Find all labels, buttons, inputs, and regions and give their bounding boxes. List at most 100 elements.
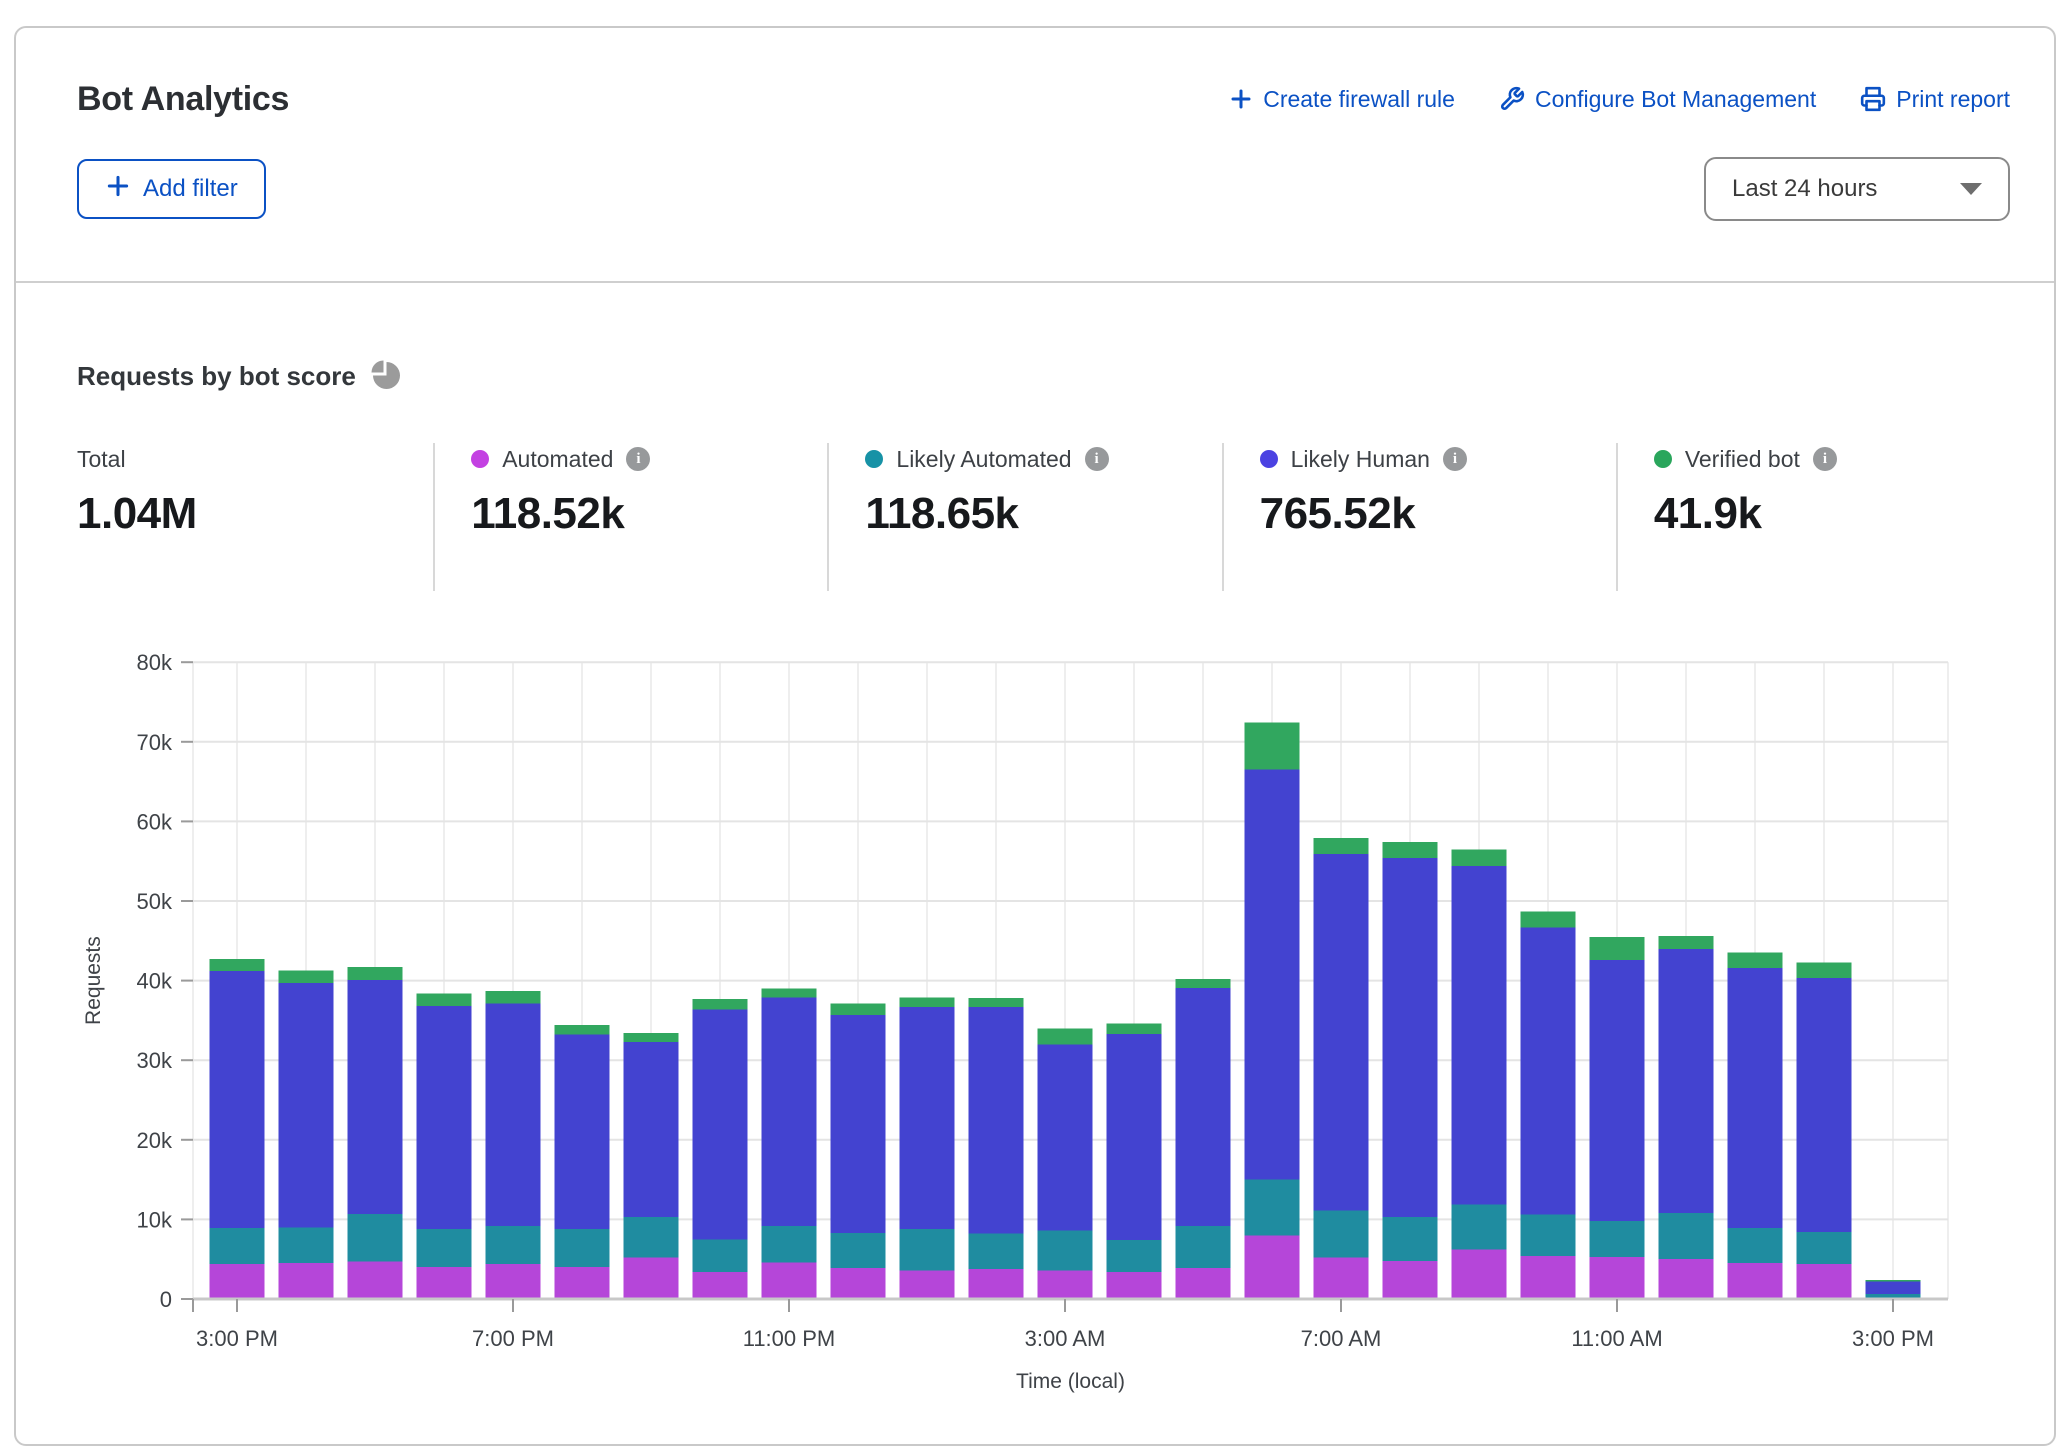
bar-segment[interactable] — [279, 1263, 334, 1299]
bar-segment[interactable] — [624, 1033, 679, 1042]
bar-segment[interactable] — [417, 1267, 472, 1299]
bar-segment[interactable] — [348, 1214, 403, 1262]
bar-segment[interactable] — [900, 997, 955, 1007]
bar-segment[interactable] — [1521, 1215, 1576, 1256]
bar-segment[interactable] — [1383, 1261, 1438, 1299]
bar-segment[interactable] — [1107, 1034, 1162, 1240]
bar-segment[interactable] — [279, 970, 334, 983]
bar-segment[interactable] — [486, 1004, 541, 1226]
bar-segment[interactable] — [900, 1229, 955, 1270]
bar-segment[interactable] — [486, 1264, 541, 1299]
bar-segment[interactable] — [1176, 988, 1231, 1226]
print-report-link[interactable]: Print report — [1860, 86, 2010, 113]
bar-segment[interactable] — [1728, 953, 1783, 968]
bar-segment[interactable] — [1452, 1204, 1507, 1249]
bar-segment[interactable] — [1176, 1268, 1231, 1299]
bar-segment[interactable] — [1038, 1028, 1093, 1044]
bar-segment[interactable] — [1590, 960, 1645, 1221]
bar-segment[interactable] — [969, 1234, 1024, 1269]
bar-segment[interactable] — [693, 999, 748, 1009]
bar-segment[interactable] — [279, 1227, 334, 1263]
bar-segment[interactable] — [486, 1226, 541, 1264]
bar-segment[interactable] — [1452, 866, 1507, 1204]
bar-segment[interactable] — [762, 1262, 817, 1299]
bar-segment[interactable] — [1038, 1044, 1093, 1230]
bar-segment[interactable] — [831, 1268, 886, 1299]
bar-segment[interactable] — [555, 1267, 610, 1299]
info-icon[interactable]: i — [626, 447, 650, 471]
bar-segment[interactable] — [900, 1270, 955, 1299]
bar-segment[interactable] — [969, 998, 1024, 1007]
bar-segment[interactable] — [693, 1239, 748, 1272]
bar-segment[interactable] — [1659, 1259, 1714, 1299]
bar-segment[interactable] — [1521, 927, 1576, 1214]
bar-segment[interactable] — [555, 1229, 610, 1267]
bar-segment[interactable] — [486, 991, 541, 1004]
bar-segment[interactable] — [1590, 1257, 1645, 1299]
bar-segment[interactable] — [210, 959, 265, 971]
bar-segment[interactable] — [693, 1009, 748, 1239]
bar-segment[interactable] — [624, 1258, 679, 1299]
bar-segment[interactable] — [417, 1229, 472, 1267]
bar-segment[interactable] — [1176, 979, 1231, 988]
bar-segment[interactable] — [1728, 1263, 1783, 1299]
bar-segment[interactable] — [417, 1006, 472, 1229]
info-icon[interactable]: i — [1443, 447, 1467, 471]
bar-segment[interactable] — [1521, 1256, 1576, 1299]
configure-bot-management-link[interactable]: Configure Bot Management — [1499, 86, 1816, 113]
bar-segment[interactable] — [1038, 1231, 1093, 1271]
info-icon[interactable]: i — [1813, 447, 1837, 471]
bar-segment[interactable] — [1659, 1213, 1714, 1259]
bar-segment[interactable] — [1452, 1250, 1507, 1299]
info-icon[interactable]: i — [1085, 447, 1109, 471]
bar-segment[interactable] — [762, 997, 817, 1225]
bar-segment[interactable] — [1245, 770, 1300, 1180]
bar-segment[interactable] — [1314, 854, 1369, 1211]
bar-segment[interactable] — [1038, 1270, 1093, 1299]
bar-segment[interactable] — [210, 1228, 265, 1264]
bar-segment[interactable] — [348, 1262, 403, 1299]
bar-segment[interactable] — [1659, 949, 1714, 1213]
bar-segment[interactable] — [969, 1007, 1024, 1234]
bar-segment[interactable] — [831, 1015, 886, 1233]
add-filter-button[interactable]: Add filter — [77, 159, 266, 219]
bar-segment[interactable] — [1314, 1211, 1369, 1258]
bar-segment[interactable] — [1590, 1221, 1645, 1257]
bar-segment[interactable] — [1245, 1235, 1300, 1299]
bar-segment[interactable] — [1383, 842, 1438, 858]
bar-segment[interactable] — [210, 971, 265, 1228]
bar-segment[interactable] — [417, 993, 472, 1006]
bar-segment[interactable] — [1797, 1232, 1852, 1264]
bar-segment[interactable] — [348, 980, 403, 1214]
bar-segment[interactable] — [1797, 1264, 1852, 1299]
bar-segment[interactable] — [1866, 1281, 1921, 1294]
bar-segment[interactable] — [1521, 911, 1576, 927]
bar-segment[interactable] — [1314, 1258, 1369, 1299]
bar-segment[interactable] — [762, 1226, 817, 1263]
bar-segment[interactable] — [279, 983, 334, 1227]
bar-segment[interactable] — [1452, 849, 1507, 866]
bar-segment[interactable] — [831, 1004, 886, 1015]
bar-segment[interactable] — [1245, 1180, 1300, 1236]
bar-segment[interactable] — [762, 989, 817, 998]
bar-segment[interactable] — [348, 967, 403, 980]
bar-segment[interactable] — [831, 1233, 886, 1268]
bar-segment[interactable] — [210, 1264, 265, 1299]
bar-segment[interactable] — [1107, 1240, 1162, 1272]
bar-segment[interactable] — [969, 1269, 1024, 1299]
bar-segment[interactable] — [1590, 937, 1645, 960]
bar-segment[interactable] — [1866, 1294, 1921, 1297]
bar-segment[interactable] — [1107, 1024, 1162, 1034]
time-range-select[interactable]: Last 24 hours — [1704, 157, 2010, 221]
bar-segment[interactable] — [1176, 1226, 1231, 1268]
bar-segment[interactable] — [1659, 936, 1714, 949]
bar-segment[interactable] — [555, 1025, 610, 1035]
bar-segment[interactable] — [900, 1007, 955, 1229]
bar-segment[interactable] — [1245, 723, 1300, 770]
bar-segment[interactable] — [1107, 1272, 1162, 1299]
bar-segment[interactable] — [1383, 858, 1438, 1217]
bar-segment[interactable] — [624, 1217, 679, 1258]
bar-segment[interactable] — [693, 1272, 748, 1299]
bar-segment[interactable] — [1314, 838, 1369, 854]
bar-segment[interactable] — [1728, 1228, 1783, 1263]
